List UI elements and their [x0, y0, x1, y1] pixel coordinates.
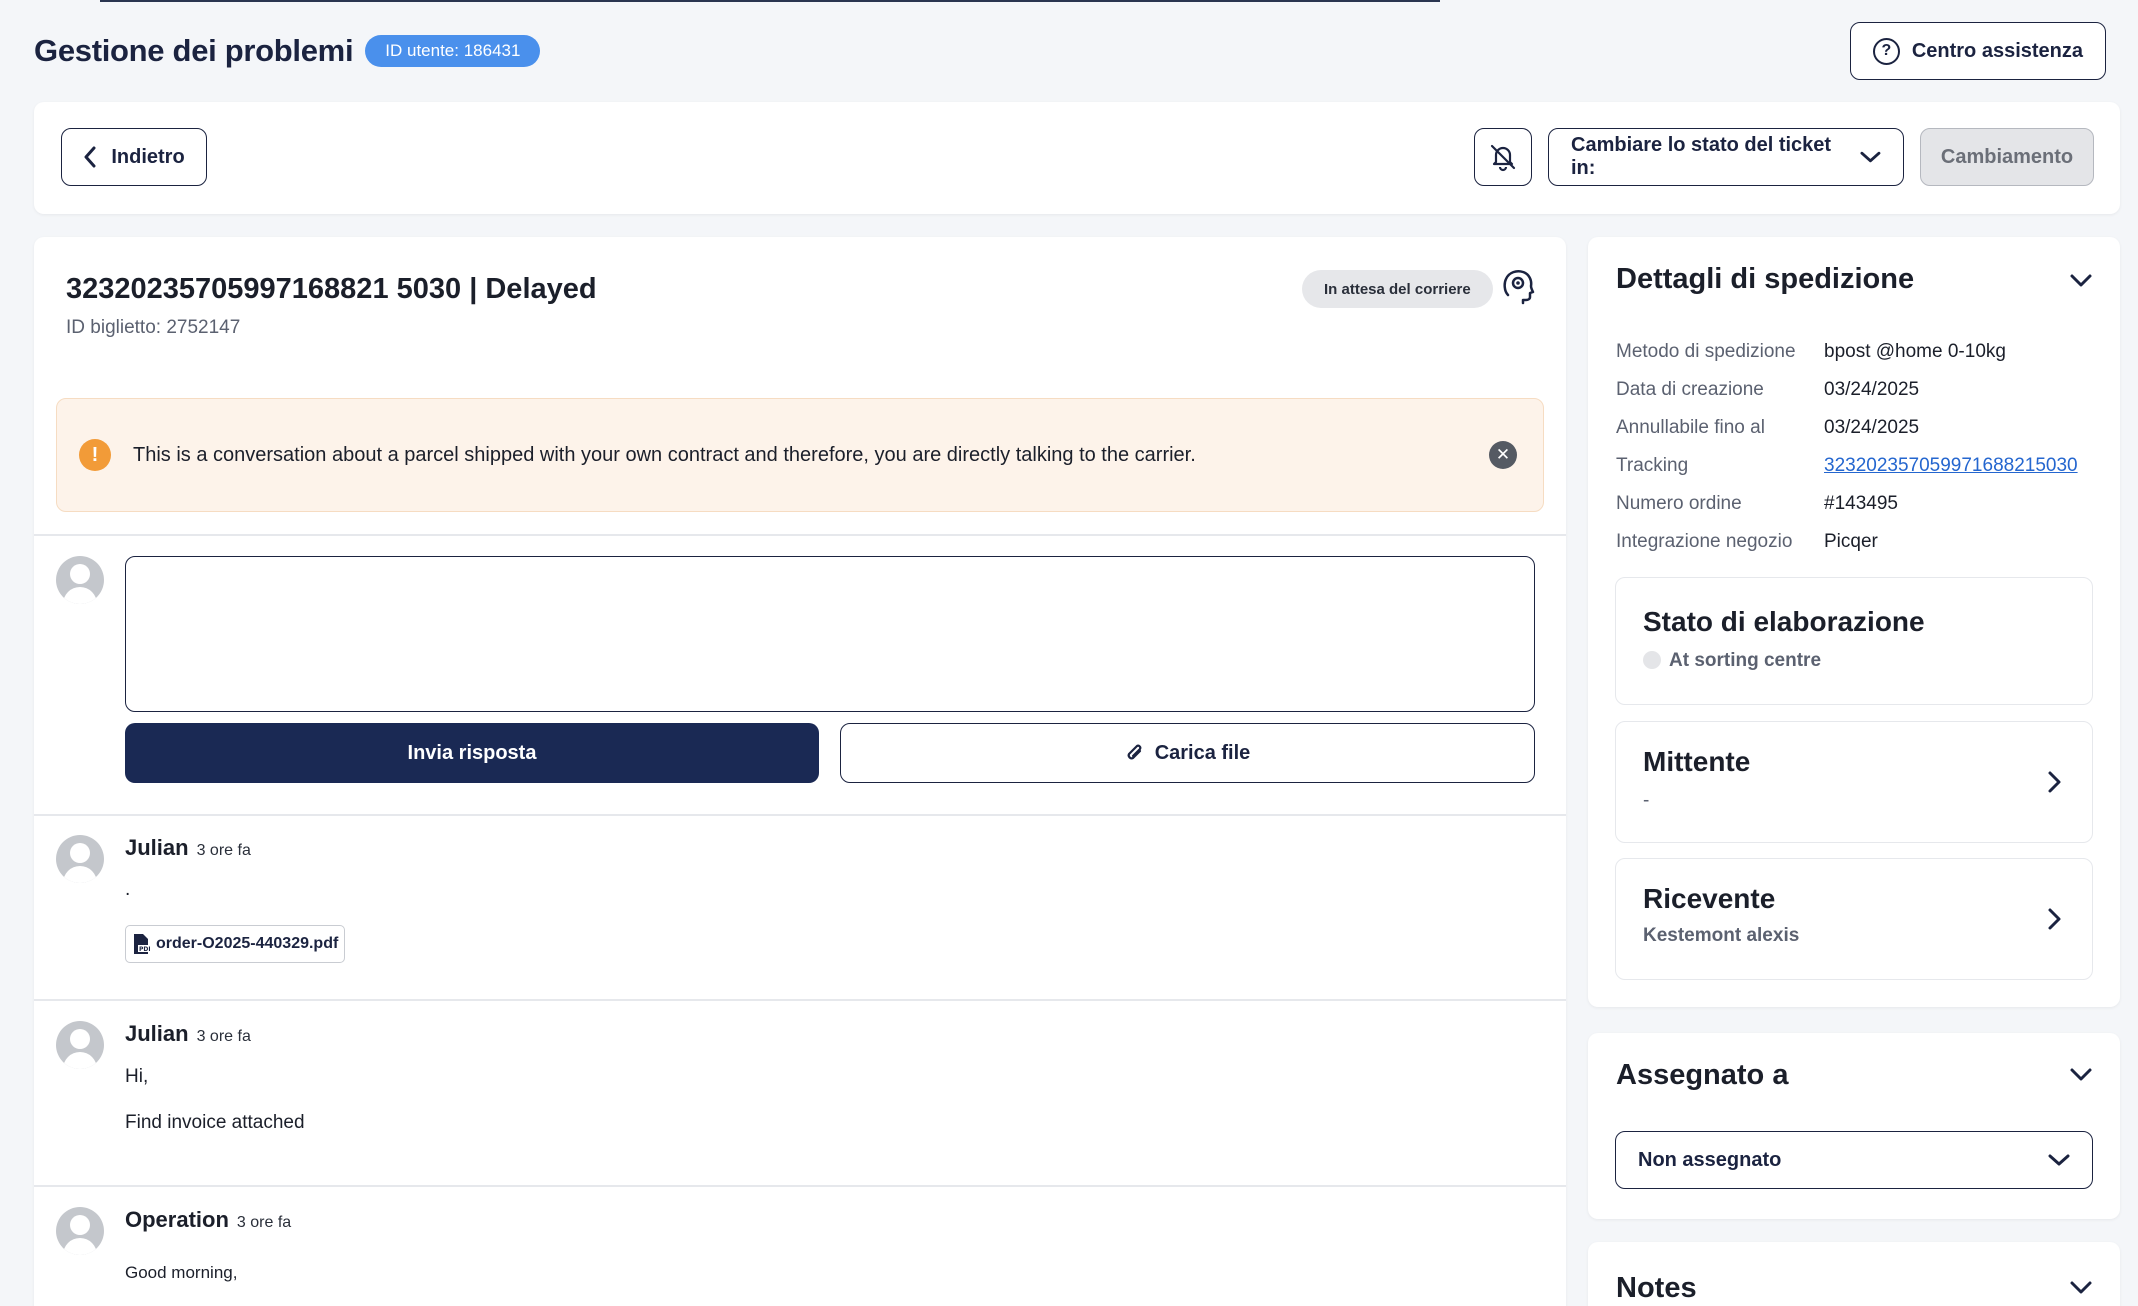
processing-status-card: Stato di elaborazione At sorting centre [1615, 577, 2093, 705]
paperclip-icon [1127, 744, 1142, 760]
page-header: Gestione dei problemi ID utente: 186431 … [34, 22, 2122, 80]
sender-value: - [1643, 790, 1650, 811]
sender-title: Mittente [1643, 746, 1751, 777]
tracking-link[interactable]: 323202357059971688215030 [1824, 455, 2078, 477]
pdf-file-icon: PDF [134, 934, 150, 954]
reply-textarea[interactable] [125, 556, 1535, 712]
shipment-details-title: Dettagli di spedizione [1616, 263, 1915, 295]
message-text: Hi, [125, 1066, 149, 1087]
recipient-value: Kestemont alexis [1643, 925, 1800, 946]
divider [34, 534, 1566, 536]
detail-row: Annullabile fino al 03/24/2025 [1616, 417, 1920, 438]
alert-text: This is a conversation about a parcel sh… [133, 443, 1196, 466]
svg-text:PDF: PDF [139, 946, 150, 953]
status-dot-icon [1643, 651, 1661, 669]
close-alert-icon[interactable]: ✕ [1489, 441, 1517, 469]
ticket-status-select[interactable]: Cambiare lo stato del ticket in: [1548, 128, 1904, 186]
attachment-link[interactable]: PDF order-O2025-440329.pdf [125, 925, 346, 963]
help-icon: ? [1872, 37, 1900, 65]
message-text: Find invoice attached [125, 1112, 305, 1133]
message-author: Julian 3 ore fa [125, 1021, 251, 1046]
avatar [56, 1021, 104, 1069]
attachment-name: order-O2025-440329.pdf [156, 935, 339, 952]
assignee-select[interactable]: Non assegnato [1615, 1131, 2093, 1189]
sender-card[interactable]: Mittente - [1615, 721, 2093, 843]
warning-icon: ! [79, 439, 111, 471]
divider [34, 1185, 1566, 1187]
chevron-down-icon[interactable] [2068, 267, 2094, 293]
support-agent-icon[interactable] [1498, 265, 1538, 305]
chevron-down-icon[interactable] [2068, 1061, 2094, 1087]
chevron-down-icon [2048, 1154, 2070, 1166]
detail-row: Numero ordine #143495 [1616, 493, 1898, 514]
divider [34, 999, 1566, 1001]
assigned-to-card: Assegnato a Non assegnato [1588, 1033, 2120, 1219]
recipient-title: Ricevente [1643, 883, 1776, 914]
chevron-down-icon [1860, 151, 1881, 163]
chevron-right-icon [2048, 771, 2061, 793]
user-id-badge: ID utente: 186431 [365, 35, 541, 67]
ticket-title: 32320235705997168821 5030 | Delayed [66, 273, 597, 305]
assigned-to-title: Assegnato a [1616, 1059, 1789, 1091]
message-time: 3 ore fa [196, 842, 251, 859]
conversation-card: 32320235705997168821 5030 | Delayed ID b… [34, 237, 1566, 1306]
chevron-left-icon [84, 146, 96, 168]
chevron-down-icon[interactable] [2068, 1274, 2094, 1300]
status-select-label: Cambiare lo stato del ticket in: [1571, 134, 1832, 179]
page-title: Gestione dei problemi [34, 33, 354, 68]
shipment-details-card: Dettagli di spedizione Metodo di spedizi… [1588, 237, 2120, 1007]
carrier-contract-alert: ! This is a conversation about a parcel … [56, 398, 1544, 512]
message-author: Julian 3 ore fa [125, 835, 251, 860]
toolbar-card: Indietro Cambiare lo stato del ticket in… [34, 102, 2120, 214]
notes-title: Notes [1616, 1272, 1697, 1304]
send-reply-button[interactable]: Invia risposta [125, 723, 819, 783]
recipient-card[interactable]: Ricevente Kestemont alexis [1615, 858, 2093, 980]
message-time: 3 ore fa [196, 1028, 251, 1045]
back-label: Indietro [111, 145, 185, 168]
top-divider [100, 0, 1440, 2]
message-text: . [125, 879, 131, 900]
help-center-button[interactable]: ? Centro assistenza [1849, 22, 2106, 80]
ticket-status-chip: In attesa del corriere [1302, 270, 1493, 308]
notes-card: Notes [1588, 1242, 2120, 1306]
chevron-right-icon [2048, 908, 2061, 930]
detail-row: Data di creazione 03/24/2025 [1616, 379, 1920, 400]
help-center-label: Centro assistenza [1911, 39, 2083, 62]
back-button[interactable]: Indietro [61, 128, 207, 186]
message-text: Good morning, [125, 1263, 238, 1282]
upload-file-label: Carica file [1154, 741, 1251, 764]
ticket-id: ID biglietto: 2752147 [66, 317, 241, 338]
processing-status-title: Stato di elaborazione [1643, 606, 1925, 637]
message-time: 3 ore fa [236, 1214, 292, 1231]
detail-row: Integrazione negozio Picqer [1616, 531, 1878, 552]
upload-file-button[interactable]: Carica file [840, 723, 1535, 783]
detail-row: Metodo di spedizione bpost @home 0-10kg [1616, 341, 2006, 362]
divider [34, 814, 1566, 816]
avatar [56, 835, 104, 883]
assignee-value: Non assegnato [1638, 1148, 1782, 1171]
avatar [56, 556, 104, 604]
message-author: Operation 3 ore fa [125, 1207, 292, 1232]
mute-notifications-button[interactable] [1474, 128, 1532, 186]
change-status-button[interactable]: Cambiamento [1920, 128, 2094, 186]
bell-off-icon [1490, 144, 1516, 172]
processing-status-value: At sorting centre [1643, 650, 1821, 672]
avatar [56, 1207, 104, 1255]
detail-row: Tracking 323202357059971688215030 [1616, 455, 2078, 477]
